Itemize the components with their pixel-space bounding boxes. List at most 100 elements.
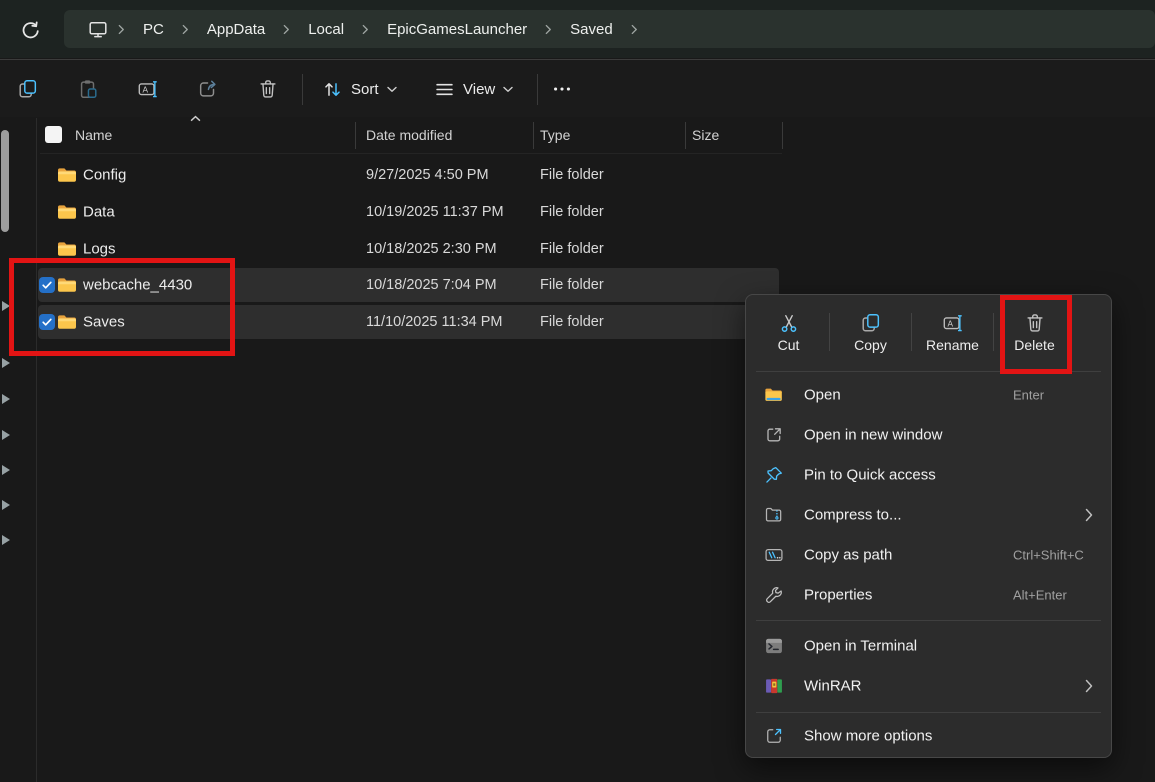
file-name: webcache_4430 [83, 277, 192, 294]
trash-icon [257, 78, 279, 100]
menu-item-label: Open [804, 387, 841, 404]
column-header-type[interactable]: Type [540, 127, 570, 143]
menu-item-shortcut: Alt+Enter [1013, 588, 1067, 603]
delete-button[interactable] [250, 71, 286, 107]
rename-quick-action[interactable]: A Rename [912, 303, 993, 361]
file-type: File folder [540, 204, 604, 220]
paste-button[interactable] [70, 71, 106, 107]
menu-item-winrar[interactable]: WinRAR [751, 666, 1107, 706]
folder-icon [57, 167, 77, 183]
cut-quick-action[interactable]: Cut [748, 303, 829, 361]
this-pc-crumb[interactable] [84, 19, 112, 39]
zip-folder-icon [764, 505, 784, 525]
refresh-button[interactable] [16, 16, 44, 44]
copy-path-icon [764, 545, 784, 565]
menu-item-label: Show more options [804, 728, 932, 745]
tree-expand-chevron-icon[interactable] [2, 301, 10, 311]
column-header-date-modified[interactable]: Date modified [366, 127, 452, 143]
menu-item-copy-as-path[interactable]: Copy as path Ctrl+Shift+C [751, 535, 1107, 575]
view-button[interactable]: View [424, 71, 523, 107]
column-header-size[interactable]: Size [692, 127, 719, 143]
menu-item-open-in-new-window[interactable]: Open in new window [751, 415, 1107, 455]
table-row-saves-selected[interactable]: Saves 11/10/2025 11:34 PM File folder [38, 305, 779, 339]
folder-icon [57, 241, 77, 257]
chevron-right-icon[interactable] [182, 24, 189, 35]
svg-text:A: A [143, 85, 149, 94]
sort-button[interactable]: Sort [312, 71, 407, 107]
ellipsis-icon [551, 78, 573, 100]
file-name: Saves [83, 314, 125, 331]
table-row-logs[interactable]: Logs 10/18/2025 2:30 PM File folder [38, 231, 779, 266]
table-row-data[interactable]: Data 10/19/2025 11:37 PM File folder [38, 194, 779, 229]
menu-item-label: Open in Terminal [804, 638, 917, 655]
menu-item-compress-to[interactable]: Compress to... [751, 495, 1107, 535]
copy-icon [17, 78, 39, 100]
file-type: File folder [540, 277, 604, 293]
row-checkbox-checked[interactable] [39, 277, 55, 293]
menu-item-label: Properties [804, 587, 872, 604]
chevron-right-icon[interactable] [631, 24, 638, 35]
file-date-modified: 11/10/2025 11:34 PM [366, 314, 503, 330]
see-more-button[interactable] [544, 71, 580, 107]
chevron-right-icon[interactable] [283, 24, 290, 35]
chevron-right-icon[interactable] [118, 24, 125, 35]
cut-label: Cut [778, 337, 800, 353]
column-separator[interactable] [355, 122, 356, 149]
copy-button[interactable] [10, 71, 46, 107]
menu-item-shortcut: Ctrl+Shift+C [1013, 548, 1084, 563]
rename-button[interactable]: A [130, 71, 166, 107]
file-name: Config [83, 166, 126, 183]
menu-item-open-in-terminal[interactable]: Open in Terminal [751, 626, 1107, 666]
tree-expand-chevron-icon[interactable] [2, 394, 10, 404]
nav-pane-scrollbar[interactable] [1, 130, 9, 232]
breadcrumb-segment[interactable]: EpicGamesLauncher [375, 21, 539, 38]
chevron-right-icon[interactable] [362, 24, 369, 35]
select-all-checkbox[interactable] [45, 126, 62, 143]
cut-icon [778, 312, 800, 334]
rename-icon: A [137, 78, 159, 100]
file-type: File folder [540, 314, 604, 330]
view-label: View [463, 81, 495, 98]
menu-divider [756, 620, 1101, 621]
tree-expand-chevron-icon[interactable] [2, 358, 10, 368]
delete-quick-action[interactable]: Delete [994, 303, 1075, 361]
menu-item-label: Copy as path [804, 547, 892, 564]
tree-expand-chevron-icon[interactable] [2, 500, 10, 510]
tree-expand-chevron-icon[interactable] [2, 465, 10, 475]
quick-actions-row: Cut Copy A [748, 301, 1075, 363]
tree-expand-chevron-icon[interactable] [2, 535, 10, 545]
file-explorer-window: PC AppData Local EpicGamesLauncher Saved [0, 0, 1155, 782]
menu-item-properties[interactable]: Properties Alt+Enter [751, 575, 1107, 615]
folder-open-icon [764, 386, 784, 404]
menu-divider [756, 712, 1101, 713]
column-separator[interactable] [533, 122, 534, 149]
file-date-modified: 10/18/2025 7:04 PM [366, 277, 497, 293]
menu-item-show-more-options[interactable]: Show more options [751, 716, 1107, 756]
toolbar-divider [537, 74, 538, 105]
open-new-window-icon [764, 425, 784, 445]
breadcrumb-segment[interactable]: PC [131, 21, 176, 38]
breadcrumb-segment[interactable]: Saved [558, 21, 625, 38]
view-icon [434, 79, 455, 100]
row-checkbox-checked[interactable] [39, 314, 55, 330]
menu-divider [756, 371, 1101, 372]
chevron-right-icon[interactable] [545, 24, 552, 35]
breadcrumb-segment[interactable]: AppData [195, 21, 277, 38]
tree-expand-chevron-icon[interactable] [2, 430, 10, 440]
share-button[interactable] [190, 71, 226, 107]
column-separator[interactable] [782, 122, 783, 149]
pin-icon [764, 465, 784, 485]
navigation-bar: PC AppData Local EpicGamesLauncher Saved [0, 0, 1155, 58]
copy-quick-action[interactable]: Copy [830, 303, 911, 361]
table-row-config[interactable]: Config 9/27/2025 4:50 PM File folder [38, 157, 779, 192]
menu-item-pin-to-quick-access[interactable]: Pin to Quick access [751, 455, 1107, 495]
file-name: Logs [83, 240, 116, 257]
column-separator[interactable] [685, 122, 686, 149]
table-row-webcache-4430-selected[interactable]: webcache_4430 10/18/2025 7:04 PM File fo… [38, 268, 779, 302]
menu-item-open[interactable]: Open Enter [751, 375, 1107, 415]
column-header-name[interactable]: Name [75, 127, 112, 143]
breadcrumb-segment[interactable]: Local [296, 21, 356, 38]
file-date-modified: 9/27/2025 4:50 PM [366, 167, 489, 183]
monitor-icon [88, 19, 108, 39]
submenu-chevron-icon [1085, 508, 1093, 522]
